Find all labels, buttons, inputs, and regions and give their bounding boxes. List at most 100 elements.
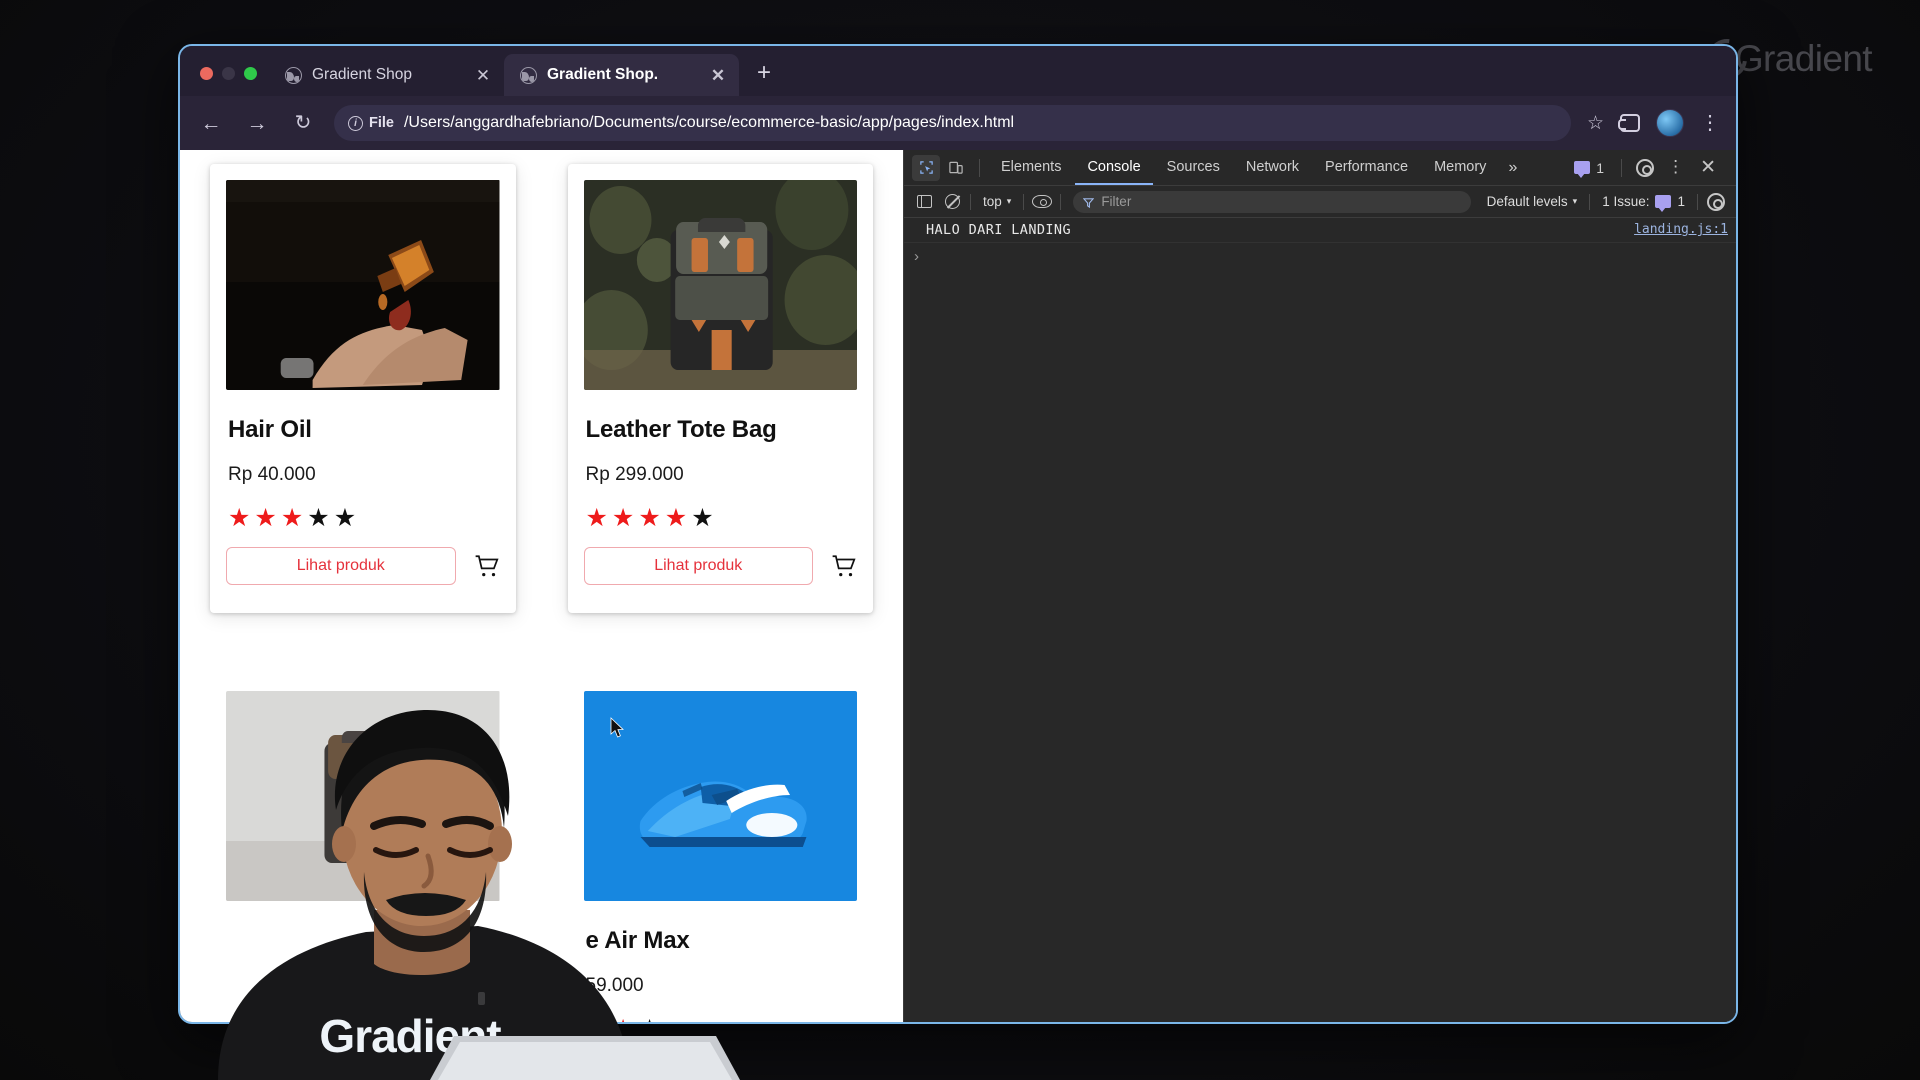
browser-tab-2[interactable]: Gradient Shop. ✕ [504,54,739,96]
devtools-tab-console[interactable]: Console [1075,150,1153,185]
shopping-cart-icon[interactable] [831,553,857,579]
tab-close-icon[interactable]: ✕ [709,67,727,84]
more-tabs-chevron-icon[interactable]: » [1500,159,1523,177]
view-product-button[interactable]: Lihat produk [226,547,456,585]
screen: Gradient Gradient Shop ✕ Gradient Shop. … [0,0,1920,1080]
tab-favicon-icon [520,66,537,84]
product-grid: Hair Oil Rp 40.000 ★★★★★ Lihat produk Le… [180,150,903,1023]
divider [1023,193,1025,210]
tab-close-icon[interactable]: ✕ [474,67,492,84]
devtools-tab-network[interactable]: Network [1234,150,1311,185]
product-card[interactable]: e Air Max 59.000 ★★★ [567,691,873,1023]
product-rating: ★★★★★ [585,504,718,532]
chevron-down-icon: ▾ [1006,196,1012,206]
context-value: top [983,194,1002,209]
product-card[interactable]: Leather Tote Bag Rp 299.000 ★★★★★ Lihat … [567,164,873,613]
forward-button[interactable]: → [242,113,272,134]
product-price: Rp 40.000 [228,464,316,485]
product-image-hair-oil [226,180,500,390]
view-product-button[interactable]: Lihat produk [583,547,813,585]
product-name: Hair Oil [228,416,312,443]
divider [970,193,971,210]
browser-window: Gradient Shop ✕ Gradient Shop. ✕ + ← → ↻… [178,44,1738,1024]
bookmark-star-icon[interactable]: ☆ [1587,114,1604,133]
filter-placeholder: Filter [1101,194,1132,209]
window-traffic-lights [194,67,269,96]
info-icon: i [348,115,363,131]
minimize-window-button[interactable] [222,67,235,80]
console-sidebar-toggle-icon[interactable] [910,190,938,214]
product-card-footer: Lihat produk [583,547,858,585]
product-price: Rp 299.000 [585,464,684,485]
console-log-source-link[interactable]: landing.js:1 [1622,222,1728,237]
product-name: Leather Tote Bag [585,416,777,443]
live-expression-eye-icon[interactable] [1028,190,1056,214]
filter-funnel-icon [1083,196,1095,209]
web-page-content: Hair Oil Rp 40.000 ★★★★★ Lihat produk Le… [180,150,903,1023]
close-window-button[interactable] [200,67,213,80]
console-filter-input[interactable]: Filter [1073,190,1471,213]
tab-title: Gradient Shop [312,66,412,83]
console-log-message: HALO DARI LANDING [926,222,1071,238]
issues-indicator[interactable]: 1 Issue: 1 [1594,194,1693,212]
divider [1589,193,1591,210]
message-bubble-icon [1574,161,1591,178]
url-text: /Users/anggardhafebriano/Documents/cours… [403,114,1015,131]
toolbar-actions: ☆ ⋮ [1587,109,1720,137]
javascript-context-select[interactable]: top ▾ [975,194,1019,209]
browser-menu-kebab-icon[interactable]: ⋮ [1700,113,1720,133]
clear-console-icon[interactable] [938,190,966,214]
new-tab-button[interactable]: + [747,58,781,92]
tab-favicon-icon [285,66,302,84]
issues-count: 1 [1677,194,1685,209]
console-prompt[interactable]: › [904,243,1736,270]
product-image-leather-tote-bag [583,180,857,390]
maximize-window-button[interactable] [244,67,257,80]
gradient-watermark-text: Gradient [1734,38,1873,79]
chevron-down-icon: ▾ [1572,196,1578,206]
issues-label: 1 Issue: [1602,194,1650,209]
mouse-cursor [610,717,624,738]
divider [1621,158,1623,177]
address-bar[interactable]: i File /Users/anggardhafebriano/Document… [334,105,1571,141]
laptop-foreground [430,1036,740,1080]
back-button[interactable]: ← [196,113,226,134]
shopping-cart-icon[interactable] [474,553,500,579]
console-prompt-chevron-icon: › [914,248,919,265]
product-card[interactable]: Hair Oil Rp 40.000 ★★★★★ Lihat produk [210,164,516,613]
devtools-menu-kebab-icon[interactable]: ⋮ [1661,158,1690,175]
browser-toolbar: ← → ↻ i File /Users/anggardhafebriano/Do… [180,96,1736,150]
extensions-puzzle-icon[interactable] [1618,114,1640,132]
devtools-tab-sources[interactable]: Sources [1155,150,1232,185]
devtools-panel: Elements Console Sources Network Perform… [903,150,1736,1022]
message-count-badge[interactable]: 1 [1566,160,1612,178]
devtools-settings-gear-icon[interactable] [1631,155,1659,181]
console-toolbar: top ▾ Filter Default levels ▾ 1 Issue: 1 [904,186,1736,218]
log-levels-select[interactable]: Default levels ▾ [1479,194,1586,209]
devtools-close-icon[interactable]: ✕ [1692,158,1724,177]
device-toolbar-icon[interactable] [942,155,970,181]
divider [979,158,980,177]
product-name: e Air Max [585,927,690,954]
product-image-leather-bag-studio [226,691,500,901]
product-rating: ★★★ [586,1017,858,1023]
product-card[interactable] [210,691,516,1022]
browser-tab-1[interactable]: Gradient Shop ✕ [269,54,504,96]
devtools-tab-bar-actions: 1 ⋮ ✕ [1566,155,1728,181]
profile-avatar[interactable] [1656,109,1684,137]
devtools-tab-performance[interactable]: Performance [1313,150,1420,185]
devtools-tab-bar: Elements Console Sources Network Perform… [904,150,1736,186]
console-output[interactable]: HALO DARI LANDING landing.js:1 › [904,218,1736,1022]
divider [1060,193,1062,210]
console-log-row[interactable]: HALO DARI LANDING landing.js:1 [904,218,1736,243]
issue-bubble-icon [1655,195,1672,212]
devtools-tab-memory[interactable]: Memory [1422,150,1498,185]
reload-button[interactable]: ↻ [288,113,318,133]
console-settings-gear-icon[interactable] [1702,190,1730,214]
browser-viewport: Hair Oil Rp 40.000 ★★★★★ Lihat produk Le… [180,150,1736,1023]
levels-value: Default levels [1486,194,1568,209]
inspect-element-icon[interactable] [912,154,940,181]
devtools-tab-elements[interactable]: Elements [989,150,1073,185]
product-card-footer: Lihat produk [226,547,500,585]
site-info-chip[interactable]: i File [348,115,394,131]
